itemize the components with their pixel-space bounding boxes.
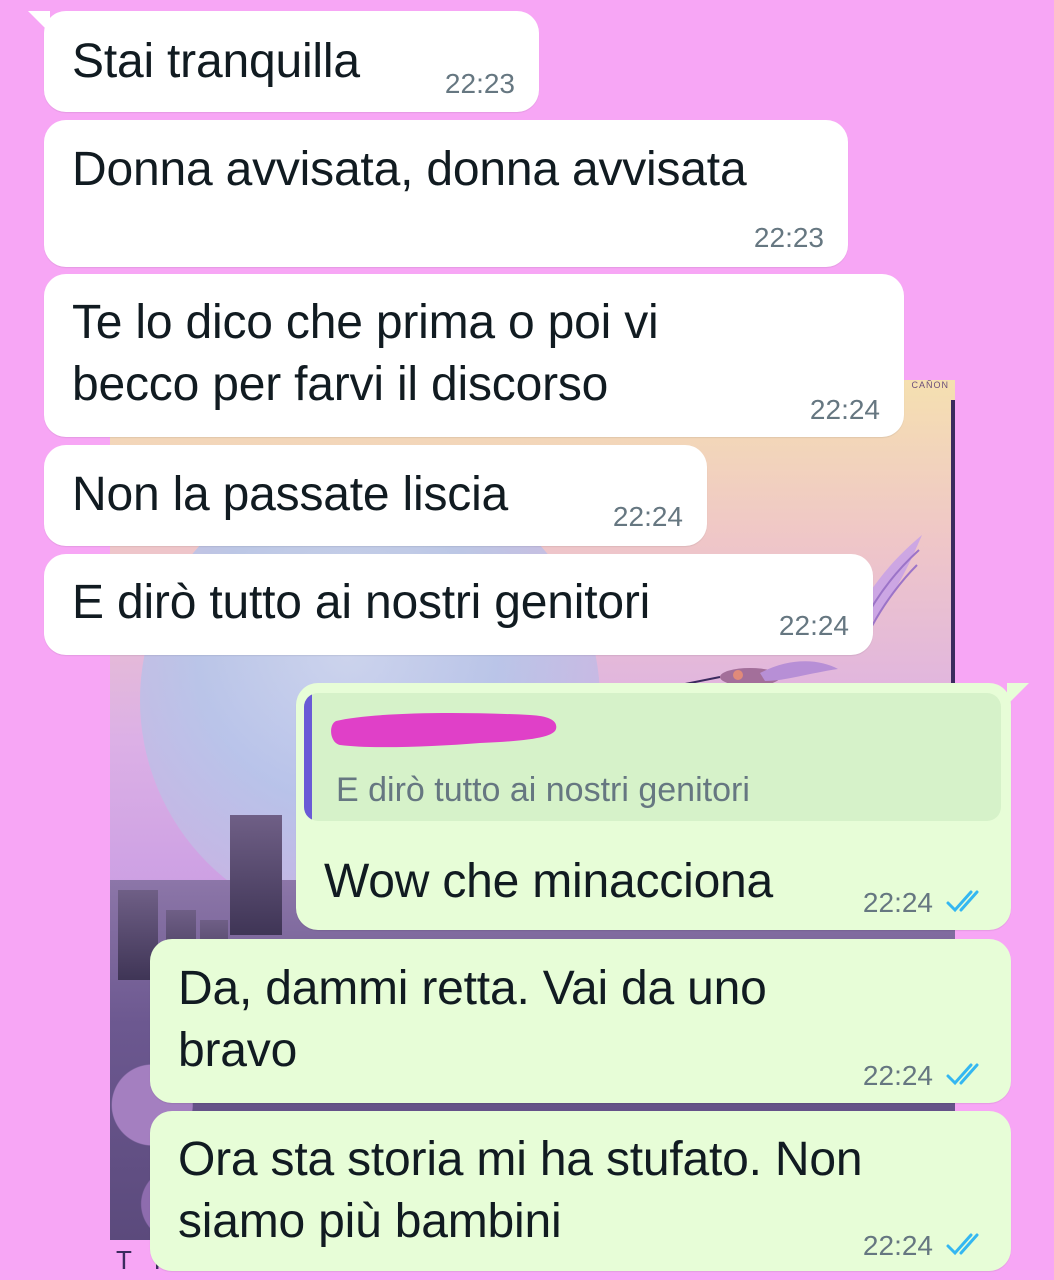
outgoing-message[interactable]: Ora sta storia mi ha stufato. Non siamo …: [150, 1111, 1011, 1271]
message-text: Stai tranquilla: [72, 35, 360, 88]
message-text: Non la passate liscia: [72, 468, 509, 521]
message-time: 22:24: [862, 1060, 933, 1091]
quoted-message[interactable]: E dirò tutto ai nostri genitori: [304, 693, 1001, 821]
redacted-author-name: [331, 713, 557, 748]
message-text: Ora sta storia mi ha stufato. Non siamo …: [178, 1133, 863, 1248]
message-time: 22:23: [753, 222, 824, 253]
message-time: 22:24: [778, 610, 849, 641]
double-check-read-icon: [946, 1063, 979, 1086]
quote-accent-bar: [304, 693, 312, 821]
incoming-message[interactable]: Te lo dico che prima o poi vi becco per …: [44, 274, 904, 437]
message-text: Donna avvisata, donna avvisata: [72, 143, 747, 196]
message-time: 22:24: [862, 1230, 933, 1261]
message-time: 22:24: [809, 394, 880, 425]
quoted-text: E dirò tutto ai nostri genitori: [336, 771, 750, 809]
message-time: 22:24: [612, 501, 683, 532]
message-time: 22:24: [862, 887, 933, 918]
message-text: Da, dammi retta. Vai da uno bravo: [178, 962, 767, 1077]
message-text: Te lo dico che prima o poi vi becco per …: [72, 296, 659, 411]
incoming-message[interactable]: Donna avvisata, donna avvisata 22:23: [44, 120, 848, 267]
bubble-tail: [28, 11, 50, 33]
chat-message-list[interactable]: Stai tranquilla 22:23 Donna avvisata, do…: [0, 0, 1054, 1280]
message-time: 22:23: [444, 68, 515, 99]
incoming-message[interactable]: Stai tranquilla 22:23: [28, 11, 539, 112]
outgoing-message[interactable]: Da, dammi retta. Vai da uno bravo 22:24: [150, 939, 1011, 1103]
incoming-message[interactable]: Non la passate liscia 22:24: [44, 445, 707, 546]
double-check-read-icon: [946, 890, 979, 913]
message-text: Wow che minacciona: [324, 855, 774, 908]
bubble-tail: [1007, 683, 1029, 705]
message-text: E dirò tutto ai nostri genitori: [72, 576, 651, 629]
incoming-message[interactable]: E dirò tutto ai nostri genitori 22:24: [44, 554, 873, 655]
outgoing-message[interactable]: E dirò tutto ai nostri genitori Wow che …: [296, 683, 1029, 930]
double-check-read-icon: [946, 1233, 979, 1256]
